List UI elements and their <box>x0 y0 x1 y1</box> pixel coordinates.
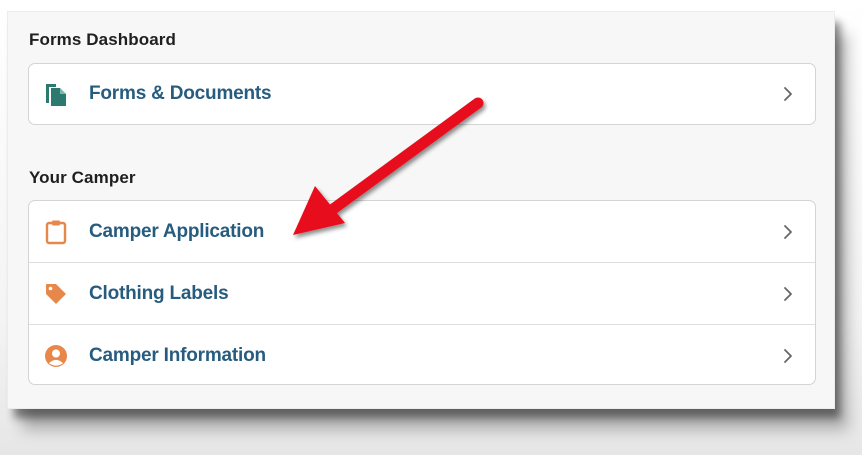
forms-and-documents-label: Forms & Documents <box>89 83 272 104</box>
camper-information-item[interactable]: Camper Information <box>29 324 815 386</box>
documents-icon <box>43 81 69 107</box>
forms-card: Forms & Documents <box>28 63 816 125</box>
chevron-right-icon <box>781 347 795 365</box>
your-camper-heading: Your Camper <box>29 168 136 187</box>
chevron-right-icon <box>781 223 795 241</box>
tag-icon <box>43 281 69 307</box>
camper-information-label: Camper Information <box>89 344 266 366</box>
camper-application-label: Camper Application <box>89 220 265 242</box>
forms-dashboard-heading: Forms Dashboard <box>29 30 176 49</box>
clothing-labels-item[interactable]: Clothing Labels <box>29 262 815 324</box>
chevron-right-icon <box>781 285 795 303</box>
user-circle-icon <box>43 343 69 369</box>
clothing-labels-label: Clothing Labels <box>89 282 229 304</box>
screenshot-canvas: Forms Dashboard Forms & Documents Your C… <box>0 0 862 455</box>
dashboard-panel: Forms Dashboard Forms & Documents Your C… <box>8 12 834 408</box>
chevron-right-icon <box>781 85 795 103</box>
clipboard-icon <box>43 219 69 245</box>
camper-application-item[interactable]: Camper Application <box>29 201 815 262</box>
camper-card: Camper Application Clothing Labels Campe… <box>28 200 816 385</box>
forms-and-documents-item[interactable]: Forms & Documents <box>29 64 815 124</box>
